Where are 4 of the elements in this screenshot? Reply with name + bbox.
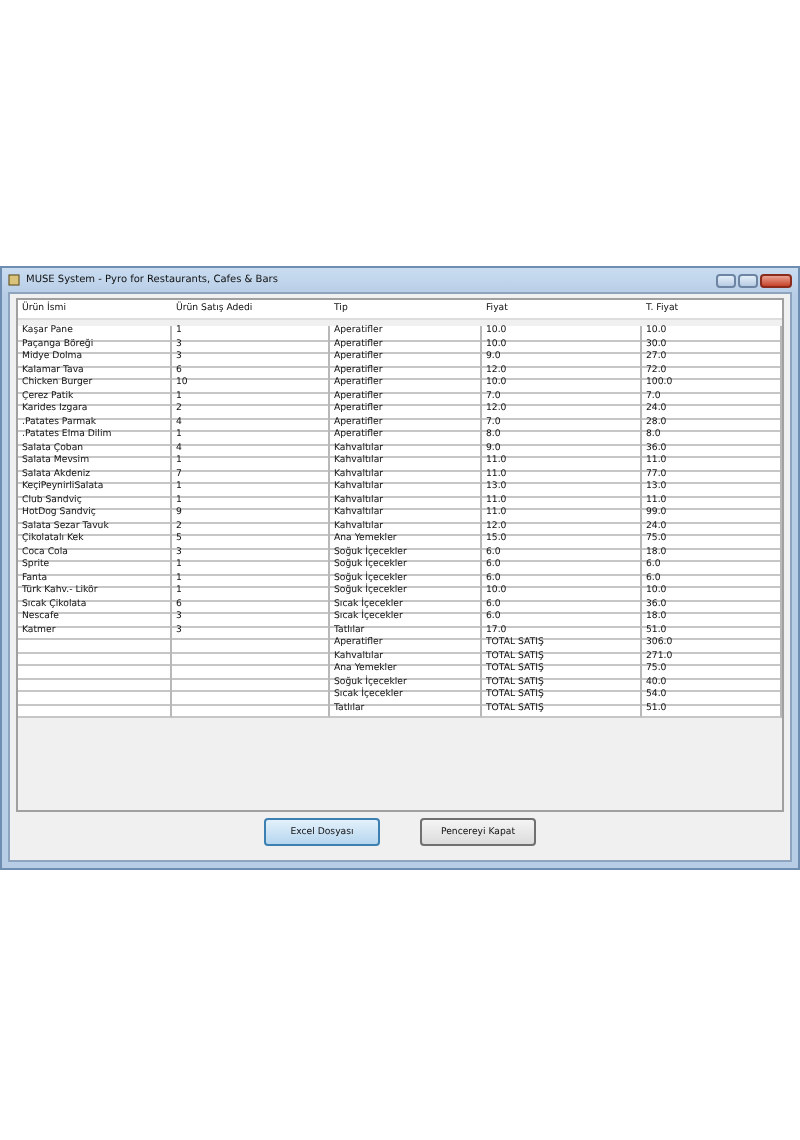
minimize-button[interactable] xyxy=(716,273,736,287)
close-button[interactable] xyxy=(760,273,792,287)
app-icon xyxy=(8,274,20,286)
maximize-button[interactable] xyxy=(738,273,758,287)
